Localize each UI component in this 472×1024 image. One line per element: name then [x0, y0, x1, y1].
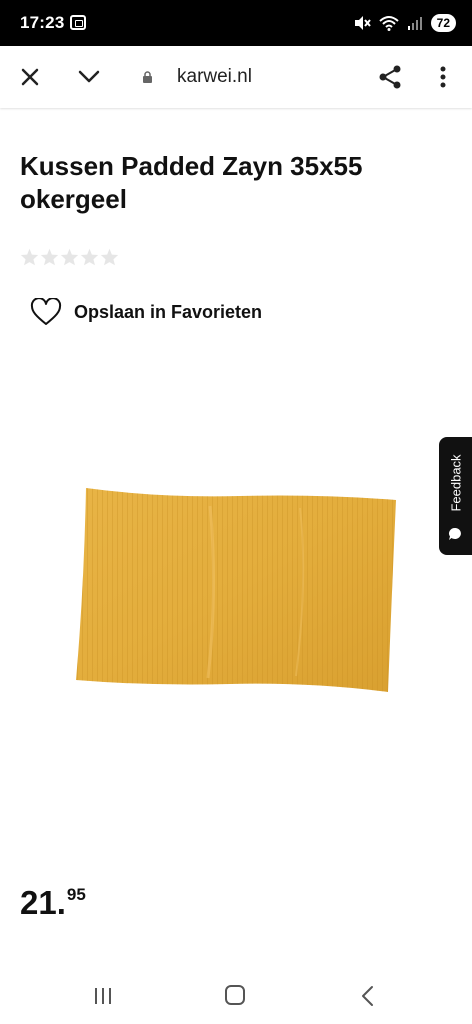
wifi-icon — [378, 16, 399, 31]
chat-bubble-icon — [449, 527, 461, 540]
favorite-label: Opslaan in Favorieten — [74, 301, 263, 322]
recent-apps-icon[interactable] — [93, 986, 113, 1006]
screen-record-icon — [70, 15, 86, 30]
back-icon[interactable] — [360, 985, 374, 1007]
mute-icon — [354, 16, 371, 30]
minimize-button[interactable] — [73, 61, 105, 93]
star-icon — [100, 248, 119, 266]
close-icon — [21, 68, 39, 86]
lock-icon — [143, 71, 152, 83]
more-vertical-icon — [440, 66, 446, 88]
price: 21.95 — [20, 884, 86, 922]
url-text[interactable]: karwei.nl — [177, 66, 252, 88]
star-icon — [40, 248, 59, 266]
feedback-label: Feedback — [448, 454, 463, 512]
star-rating[interactable] — [20, 248, 119, 266]
product-title: Kussen Padded Zayn 35x55 okergeel — [20, 151, 363, 214]
home-button[interactable] — [225, 985, 245, 1005]
price-decimals: 95 — [66, 885, 86, 904]
more-options-button[interactable] — [427, 61, 459, 93]
star-icon — [60, 248, 79, 266]
star-icon — [20, 248, 39, 266]
star-icon — [80, 248, 99, 266]
feedback-tab[interactable]: Feedback — [439, 437, 472, 555]
browser-toolbar: karwei.nl — [0, 46, 472, 108]
battery-indicator: 72 — [430, 14, 456, 32]
status-icons: 72 — [353, 12, 456, 34]
signal-icon — [407, 17, 422, 30]
share-icon — [379, 65, 401, 89]
product-image[interactable] — [70, 478, 406, 702]
status-bar: 17:23 72 — [0, 0, 472, 46]
save-to-favorites-button[interactable]: Opslaan in Favorieten — [30, 297, 262, 327]
chevron-down-icon — [78, 70, 100, 83]
share-button[interactable] — [374, 61, 406, 93]
system-navigation-bar — [0, 968, 472, 1024]
heart-icon — [30, 298, 62, 325]
price-main: 21. — [20, 884, 66, 921]
status-time: 17:23 — [20, 13, 65, 32]
close-tab-button[interactable] — [14, 61, 46, 93]
